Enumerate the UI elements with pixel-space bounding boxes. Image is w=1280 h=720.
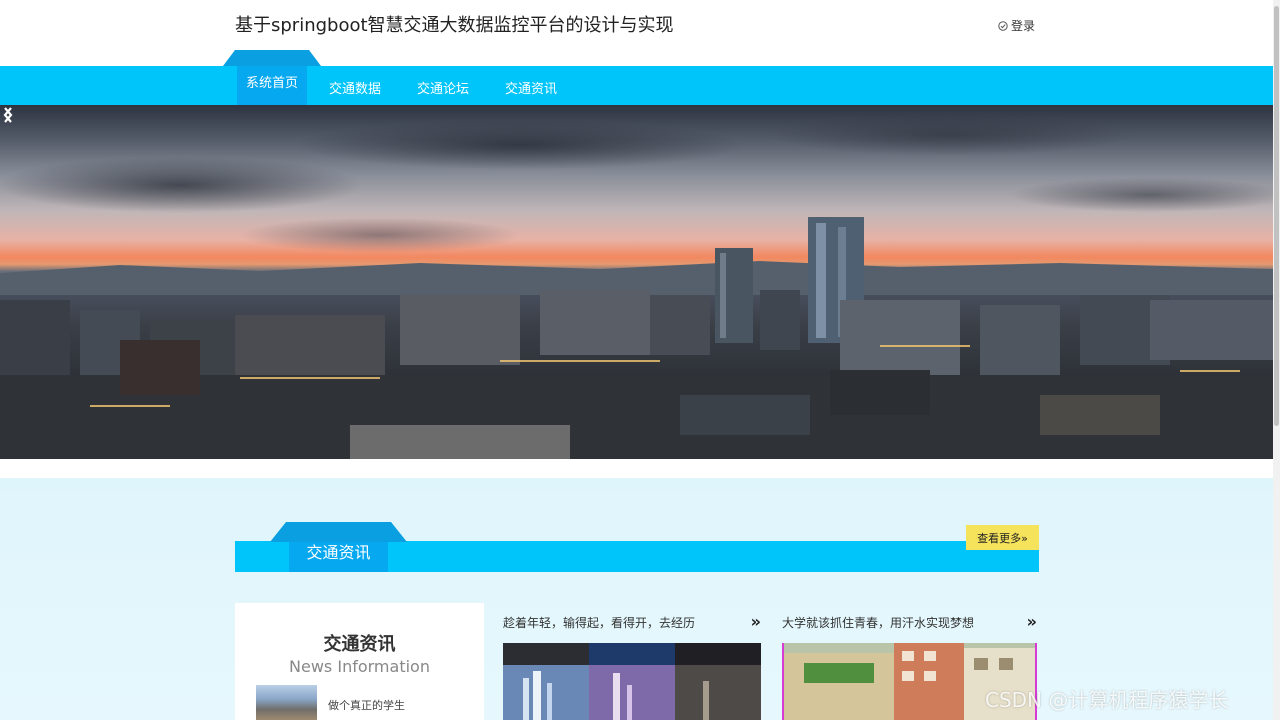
news-item[interactable]: 大学就该抓住青春，用汗水实现梦想 » — [782, 613, 1037, 720]
nav-item-label: 系统首页 — [245, 76, 298, 91]
nav-tab-top — [223, 50, 321, 66]
double-chevron-right-icon[interactable]: » — [1027, 613, 1037, 631]
header: 基于springboot智慧交通大数据监控平台的设计与实现 登录 — [0, 0, 1273, 66]
nav-item-home[interactable]: 系统首页 — [223, 50, 321, 105]
info-card-title: 交通资讯 — [323, 634, 396, 655]
double-chevron-right-icon[interactable]: » — [751, 613, 761, 631]
check-circle-icon — [998, 20, 1008, 31]
chevron-right-icon[interactable] — [0, 105, 16, 125]
city-skyline-image — [0, 217, 1273, 459]
info-card-subtitle: News Information — [289, 657, 430, 676]
info-card-thumbnail[interactable] — [256, 685, 317, 720]
nav-item-traffic-data[interactable]: 交通数据 — [329, 78, 381, 97]
section-title: 交通资讯 — [306, 543, 371, 562]
scrollbar-thumb[interactable] — [1274, 6, 1279, 426]
login-link[interactable]: 登录 — [998, 17, 1035, 34]
news-title[interactable]: 大学就该抓住青春，用汗水实现梦想 — [782, 613, 1037, 633]
info-card: 交通资讯 News Information 做个真正的学生 — [235, 603, 484, 720]
nav-item-traffic-forum[interactable]: 交通论坛 — [417, 78, 469, 97]
login-label: 登录 — [1011, 19, 1036, 33]
nav-bar — [0, 66, 1273, 105]
section-title-tab: 交通资讯 — [270, 522, 407, 572]
news-image[interactable] — [503, 643, 761, 720]
watermark: CSDN @计算机程序猿学长 — [985, 688, 1229, 712]
news-image-graphic — [503, 643, 761, 720]
page-scrollbar[interactable] — [1273, 0, 1280, 720]
nav-item-traffic-news[interactable]: 交通资讯 — [505, 78, 557, 97]
news-item[interactable]: 趁着年轻，输得起，看得开，去经历 » — [503, 613, 761, 720]
site-title: 基于springboot智慧交通大数据监控平台的设计与实现 — [235, 15, 674, 36]
banner-carousel[interactable] — [0, 105, 1273, 459]
news-title[interactable]: 趁着年轻，输得起，看得开，去经历 — [503, 613, 761, 633]
view-more-button[interactable]: 查看更多» — [966, 525, 1039, 550]
info-card-item-text[interactable]: 做个真正的学生 — [328, 697, 405, 713]
